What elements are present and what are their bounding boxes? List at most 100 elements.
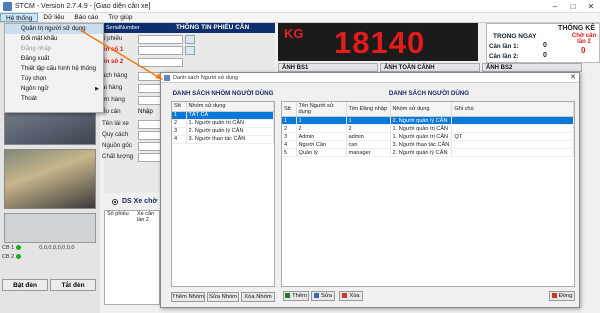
- cell: 1. Người quản trị CÂN: [186, 119, 274, 128]
- groups-col-name[interactable]: Nhóm sử dụng: [186, 102, 274, 112]
- menu-item-language[interactable]: Ngôn ngữ ▶: [5, 84, 103, 94]
- users-col-login[interactable]: Tên Đăng nhập: [346, 102, 391, 117]
- menu-item-change-password[interactable]: Đổi mật khẩu: [5, 34, 103, 44]
- users-grid[interactable]: Stt Tên Người sử dụng Tên Đăng nhập Nhóm…: [281, 101, 575, 287]
- dialog-close-icon[interactable]: ✕: [570, 73, 576, 83]
- ds-col-xe-can: Xe cân lần 2: [137, 211, 155, 223]
- table-row[interactable]: 2 2 2 1. Người quản trị CÂN: [282, 124, 574, 133]
- delete-icon: [342, 292, 348, 298]
- table-row[interactable]: 1 TẤT CẢ: [172, 111, 274, 120]
- camera-view-2: [4, 149, 96, 209]
- stats-can1-value: 0: [543, 42, 547, 49]
- table-row[interactable]: 5 Quản lý manager 2. Người quản lý CÂN: [282, 148, 574, 157]
- cell: 1: [172, 111, 187, 120]
- close-dialog-button[interactable]: Đóng: [549, 291, 575, 301]
- table-row[interactable]: 3 Admin admin 1. Người quản trị CÂN QT: [282, 132, 574, 141]
- ds-col-so-phieu: Số phiếu: [107, 211, 129, 217]
- label-nguon-goc: Nguồn gốc: [102, 142, 132, 149]
- cell: 5: [282, 148, 297, 157]
- users-col-stt[interactable]: Stt: [282, 102, 297, 117]
- table-row[interactable]: 4 3. Người thao tác CÂN: [172, 135, 274, 144]
- cell: [451, 148, 574, 157]
- menu-item-options[interactable]: Tùy chọn: [5, 74, 103, 84]
- users-col-note[interactable]: Ghi chú: [451, 102, 574, 117]
- bien-so-1-field[interactable]: [138, 46, 183, 55]
- chevron-right-icon: ▶: [95, 86, 99, 92]
- search-plate-1-icon[interactable]: [185, 46, 195, 55]
- edit-user-label: Sửa: [321, 293, 332, 299]
- barrier-on-button[interactable]: Bật đèn: [2, 279, 48, 291]
- users-col-name[interactable]: Tên Người sử dụng: [296, 102, 347, 117]
- ds-xe-cho-label: DS Xe chờ: [122, 198, 158, 205]
- label-quy-cach: Quy cách: [102, 131, 129, 138]
- maximize-icon[interactable]: □: [564, 2, 582, 11]
- label-loai-hang: ại hàng: [102, 84, 123, 91]
- cell: manager: [346, 148, 391, 157]
- so-phieu-field[interactable]: [138, 35, 183, 44]
- stats-can2-label: Cân lần 2:: [489, 53, 519, 60]
- delete-user-label: Xóa: [349, 293, 360, 299]
- menu-du-lieu[interactable]: Dữ liệu: [38, 13, 69, 22]
- menu-bao-cao[interactable]: Báo cáo: [69, 13, 103, 22]
- label-bien-so-2: ển số 2: [102, 58, 124, 65]
- cell: 2: [282, 124, 297, 133]
- menu-item-exit[interactable]: Thoát: [5, 94, 103, 104]
- edit-group-button[interactable]: Sửa Nhóm: [207, 292, 239, 302]
- swap-icon[interactable]: [185, 35, 195, 44]
- stats-title: THỐNG KÊ: [558, 25, 595, 32]
- menu-tro-giup[interactable]: Trợ giúp: [103, 13, 137, 22]
- label-kieu-can: ểu cân: [102, 108, 121, 115]
- cell: [451, 124, 574, 133]
- table-row[interactable]: 2 1. Người quản trị CÂN: [172, 119, 274, 128]
- window-title: STCM - Version 2.7.4.9 - [Giao diện cân …: [15, 2, 151, 10]
- menu-item-system-config[interactable]: Thiết lập cấu hình hệ thống: [5, 64, 103, 74]
- bien-so-2-field[interactable]: [138, 58, 183, 67]
- cell: 1: [296, 116, 347, 125]
- user-management-dialog: Danh sách Người sử dụng ✕ DANH SÁCH NHÓM…: [160, 72, 580, 308]
- cell: 3: [282, 132, 297, 141]
- add-icon: [285, 292, 291, 298]
- add-user-button[interactable]: Thêm: [283, 291, 309, 301]
- close-icon[interactable]: ✕: [582, 2, 600, 11]
- add-group-button[interactable]: Thêm Nhóm: [171, 292, 205, 302]
- dialog-title: Danh sách Người sử dụng: [173, 75, 239, 81]
- cb2-row: CB 2: [2, 252, 98, 261]
- menu-item-user-admin[interactable]: Quản trị người sử dụng: [5, 24, 103, 34]
- table-row[interactable]: 3 2. Người quản lý CÂN: [172, 127, 274, 136]
- cell: 2: [346, 124, 391, 133]
- groups-header-row: Stt Nhóm sử dụng: [172, 102, 274, 112]
- menu-he-thong[interactable]: Hệ thống: [0, 13, 39, 22]
- menu-bar: Hệ thống Dữ liệu Báo cáo Trợ giúp: [0, 13, 600, 23]
- cell: [451, 116, 574, 125]
- users-col-group[interactable]: Nhóm sử dụng: [390, 102, 453, 117]
- ds-radio-icon[interactable]: [112, 199, 118, 205]
- cell: 3. Người thao tác CÂN: [186, 135, 274, 144]
- cell: 4: [172, 135, 187, 144]
- barrier-off-button[interactable]: Tắt đèn: [50, 279, 96, 291]
- groups-grid[interactable]: Stt Nhóm sử dụng 1 TẤT CẢ 2 1. Người quản …: [171, 101, 275, 287]
- title-bar: STCM - Version 2.7.4.9 - [Giao diện cân …: [0, 0, 600, 13]
- table-row[interactable]: 4 Người Cân can 3. Người thao tác CÂN: [282, 140, 574, 149]
- weight-value: 18140: [334, 25, 426, 60]
- window-controls: – □ ✕: [546, 2, 600, 11]
- label-chat-luong: Chất lượng: [102, 153, 134, 160]
- image-header-bs1: ẢNH BS1: [278, 63, 378, 72]
- ds-xe-cho-option[interactable]: DS Xe chờ: [104, 196, 160, 208]
- cell: Admin: [296, 132, 347, 141]
- ds-xe-cho-grid[interactable]: Số phiếu Xe cân lần 2: [104, 210, 160, 305]
- minimize-icon[interactable]: –: [546, 2, 564, 11]
- delete-user-button[interactable]: Xóa: [339, 291, 363, 301]
- stats-waiting-label: Chờ cân lần 2: [571, 33, 597, 45]
- stats-waiting-value: 0: [581, 46, 586, 55]
- table-row[interactable]: 1 1 1 2. Người quản lý CÂN: [282, 116, 574, 125]
- edit-user-button[interactable]: Sửa: [311, 291, 335, 301]
- groups-col-stt[interactable]: Stt: [172, 102, 187, 112]
- cb1-label: CB 1: [2, 244, 15, 251]
- delete-group-button[interactable]: Xóa Nhóm: [241, 292, 275, 302]
- menu-item-logout[interactable]: Đăng xuất: [5, 54, 103, 64]
- cb2-led-icon: [16, 254, 22, 259]
- cell: 1. Người quản trị CÂN: [390, 132, 453, 141]
- groups-title: DANH SÁCH NHÓM NGƯỜI DÙNG: [172, 90, 274, 97]
- menu-item-language-label: Ngôn ngữ: [21, 85, 49, 92]
- cb2-label: CB 2: [2, 253, 15, 260]
